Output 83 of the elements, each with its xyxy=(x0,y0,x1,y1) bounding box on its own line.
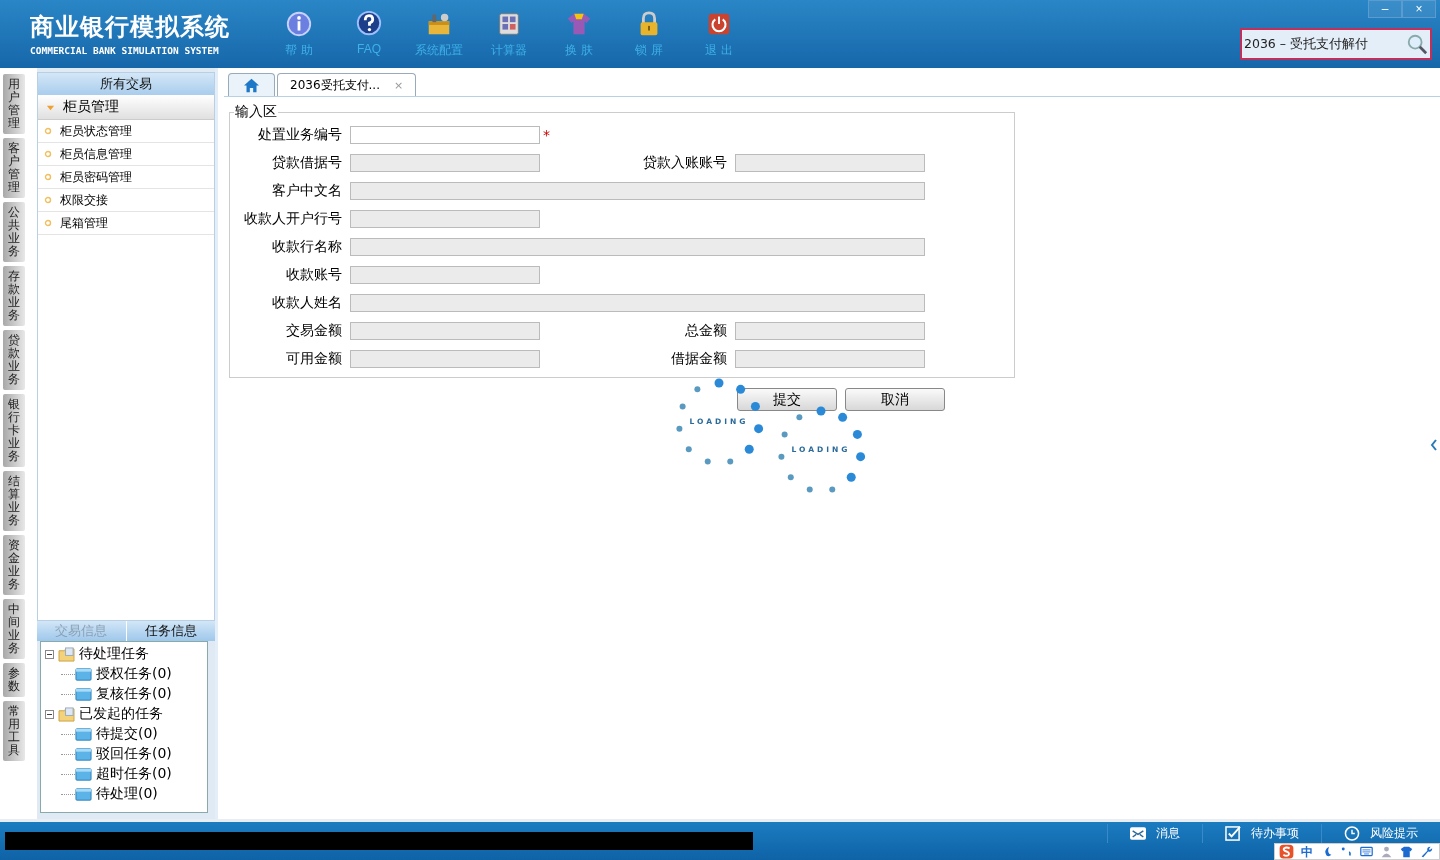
mail-icon xyxy=(1130,826,1146,841)
folder-icon xyxy=(75,726,92,742)
tree-item[interactable]: 待提交(0) xyxy=(96,725,158,743)
window-control-button[interactable]: × xyxy=(1402,0,1436,18)
side-tab[interactable]: 公共业务 xyxy=(3,202,25,262)
collapse-icon[interactable] xyxy=(1430,438,1438,452)
shirt-icon[interactable] xyxy=(1400,845,1413,858)
form-button[interactable]: 提交 xyxy=(737,388,837,411)
bullet-icon xyxy=(44,173,52,181)
side-tab[interactable]: 贷款业务 xyxy=(3,330,25,390)
form-button[interactable]: 取消 xyxy=(845,388,945,411)
side-tab[interactable]: 银行卡业务 xyxy=(3,394,25,467)
expander-icon[interactable] xyxy=(45,649,54,659)
field-label: 收款行名称 xyxy=(271,238,343,256)
side-tab[interactable]: 用户管理 xyxy=(3,74,25,134)
tree-item[interactable]: 超时任务(0) xyxy=(96,765,172,783)
tree-item[interactable]: 复核任务(0) xyxy=(96,685,172,703)
help-icon xyxy=(355,9,383,38)
side-tab[interactable]: 中间业务 xyxy=(3,599,25,659)
folder-icon xyxy=(58,646,75,662)
app-subtitle: COMMERCIAL BANK SIMULATION SYSTEM xyxy=(30,44,220,56)
app-title: 商业银行模拟系统 xyxy=(30,12,231,41)
bullet-icon xyxy=(44,127,52,135)
folder-icon xyxy=(58,706,75,722)
window-control-button[interactable]: – xyxy=(1368,0,1402,18)
checkbox-icon xyxy=(1225,826,1241,841)
expander-icon[interactable] xyxy=(45,709,54,719)
field-label: 收款人开户行号 xyxy=(243,210,343,228)
folder-icon xyxy=(75,786,92,802)
tree-item[interactable]: 待处理(0) xyxy=(96,785,158,803)
ime-toolbar[interactable]: 中 xyxy=(1274,843,1440,860)
search-field[interactable]: 2036 – 受托支付解付 xyxy=(1240,28,1432,60)
field-label: 收款账号 xyxy=(285,266,343,284)
menu-item[interactable]: 尾箱管理 xyxy=(38,212,214,235)
panel-header[interactable]: 所有交易 xyxy=(38,73,214,95)
group-label: 柜员管理 xyxy=(63,98,119,116)
home-icon xyxy=(243,77,260,93)
bullet-icon xyxy=(44,196,52,204)
home-tab[interactable] xyxy=(228,73,275,96)
tab-label[interactable]: 2036受托支付... xyxy=(290,76,380,94)
field-label: 收款人姓名 xyxy=(271,294,343,312)
search-icon xyxy=(1406,33,1428,55)
field-label: 贷款入账账号 xyxy=(642,154,728,172)
tree-item[interactable]: 已发起的任务 xyxy=(79,705,163,723)
keyboard-icon[interactable] xyxy=(1360,845,1373,858)
required-mark: * xyxy=(543,127,550,143)
folder-icon xyxy=(75,686,92,702)
menu-item[interactable]: 柜员状态管理 xyxy=(38,120,214,143)
wrench-icon[interactable] xyxy=(1420,845,1433,858)
field-label: 处置业务编号 xyxy=(257,126,343,144)
input-field[interactable] xyxy=(350,126,540,144)
side-tab[interactable]: 存款业务 xyxy=(3,266,25,326)
folder-icon xyxy=(75,766,92,782)
status-button[interactable]: 消息 xyxy=(1107,824,1202,843)
ime-mode[interactable]: 中 xyxy=(1301,844,1313,859)
menu-item[interactable]: 权限交接 xyxy=(38,189,214,212)
field-label: 交易金额 xyxy=(285,322,343,340)
side-tab[interactable]: 参数 xyxy=(3,663,25,697)
side-tab[interactable]: 常用工具 xyxy=(3,701,25,761)
field-label: 贷款借据号 xyxy=(271,154,343,172)
menu-item[interactable]: 柜员信息管理 xyxy=(38,143,214,166)
side-tab[interactable]: 客户管理 xyxy=(3,138,25,198)
folder-icon xyxy=(75,746,92,762)
menu-item[interactable]: 柜员密码管理 xyxy=(38,166,214,189)
menu-group[interactable]: 柜员管理 xyxy=(38,95,214,120)
tree-item[interactable]: 授权任务(0) xyxy=(96,665,172,683)
panel-legend: 输入区 xyxy=(234,103,278,121)
ime-logo-icon xyxy=(1279,844,1294,859)
user-icon[interactable] xyxy=(1380,845,1393,858)
field-label: 总金额 xyxy=(684,322,728,340)
info-icon xyxy=(285,9,313,38)
bullet-icon xyxy=(44,219,52,227)
clock-icon xyxy=(1344,826,1360,841)
tree-item[interactable]: 驳回任务(0) xyxy=(96,745,172,763)
bullet-icon xyxy=(44,150,52,158)
side-tab[interactable]: 结算业务 xyxy=(3,471,25,531)
tree-item[interactable]: 待处理任务 xyxy=(79,645,149,663)
field-label: 可用金额 xyxy=(285,350,343,368)
field-label: 客户中文名 xyxy=(271,182,343,200)
side-tab[interactable]: 资金业务 xyxy=(3,535,25,595)
field-label: 借据金额 xyxy=(670,350,728,368)
punctuation-icon[interactable] xyxy=(1340,845,1353,858)
folder-icon xyxy=(75,666,92,682)
